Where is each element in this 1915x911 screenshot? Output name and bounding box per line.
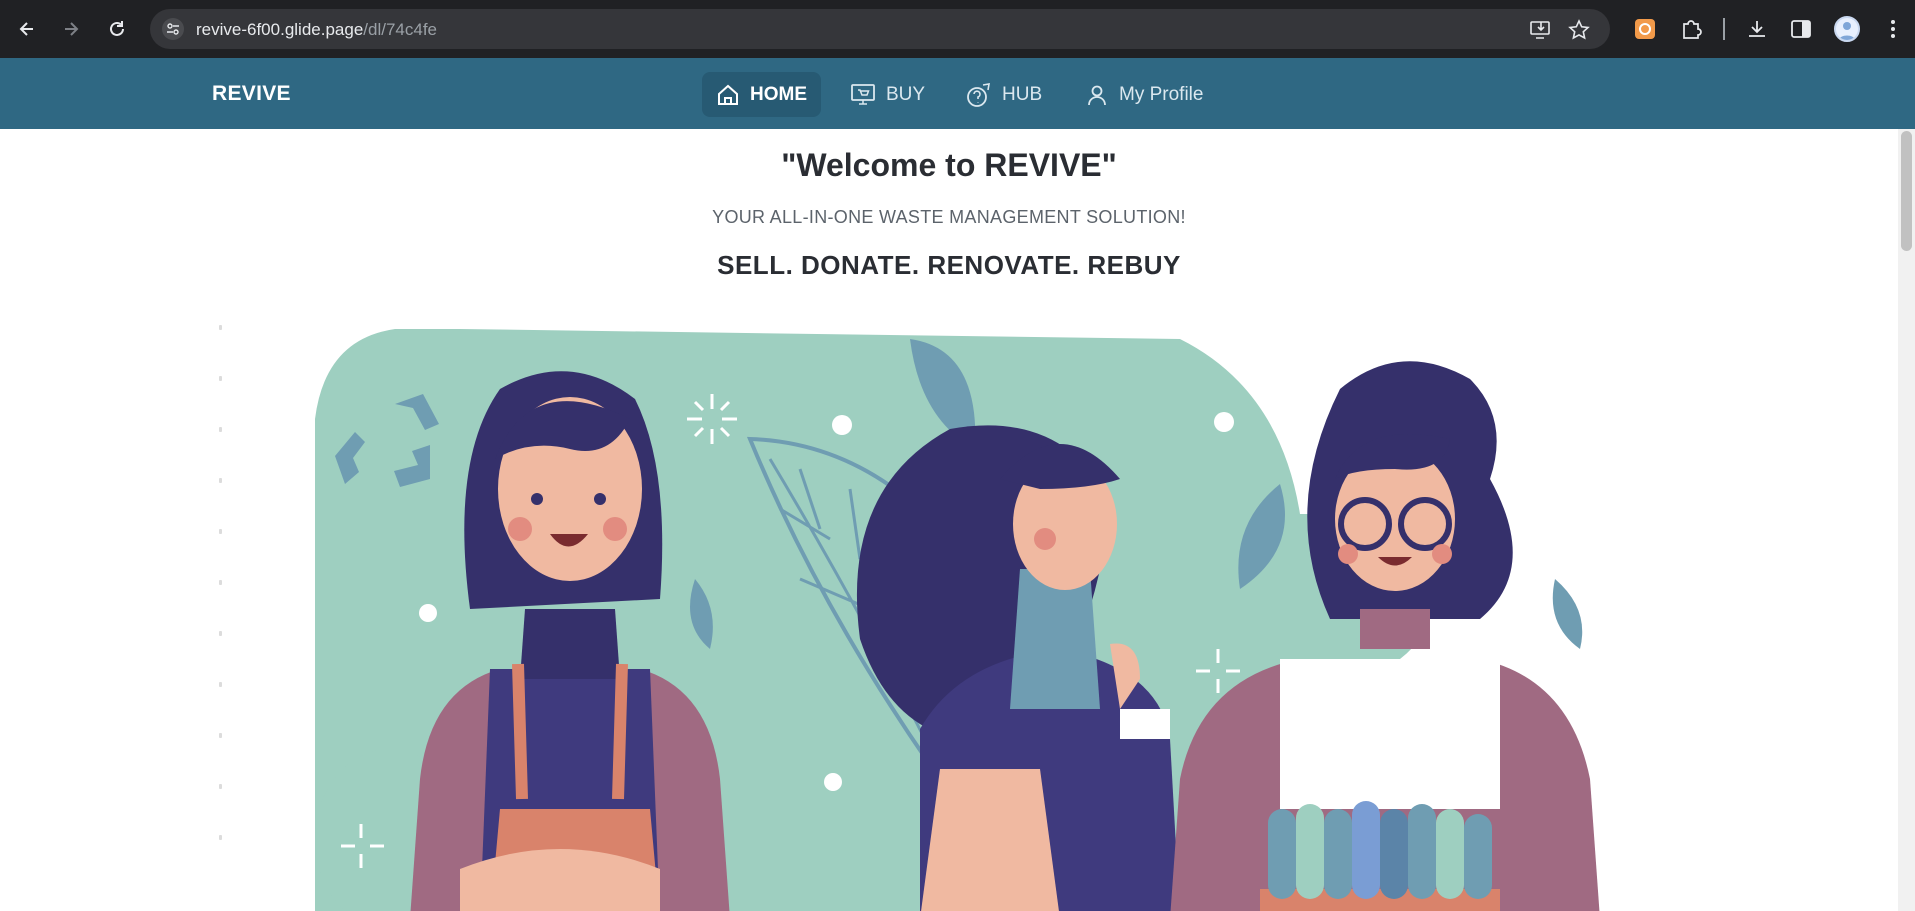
url-text: revive-6f00.glide.page/dl/74c4fe [196, 20, 437, 40]
back-icon[interactable] [12, 14, 42, 44]
scroll-thumb[interactable] [1901, 131, 1912, 251]
main-content: "Welcome to REVIVE" YOUR ALL-IN-ONE WAST… [0, 129, 1898, 911]
side-panel-icon[interactable] [1788, 16, 1814, 42]
app-header: REVIVE HOME BUY HUB My Profile [0, 58, 1915, 129]
welcome-title: "Welcome to REVIVE" [781, 147, 1117, 183]
install-app-icon[interactable] [1530, 19, 1552, 41]
site-settings-icon[interactable] [162, 18, 184, 40]
puzzle-extensions-icon[interactable] [1678, 16, 1704, 42]
more-menu-icon[interactable] [1880, 16, 1906, 42]
address-bar[interactable]: revive-6f00.glide.page/dl/74c4fe [150, 9, 1610, 49]
url-host: revive-6f00.glide.page [196, 20, 364, 39]
nav-my-profile[interactable]: My Profile [1071, 72, 1217, 117]
forward-icon[interactable] [56, 14, 86, 44]
decorative-dots [219, 325, 223, 885]
nav-hub[interactable]: HUB [952, 72, 1056, 117]
reload-icon[interactable] [102, 14, 132, 44]
profile-avatar[interactable] [1834, 16, 1860, 42]
download-icon[interactable] [1744, 16, 1770, 42]
bookmark-star-icon[interactable] [1568, 19, 1590, 41]
brand-logo[interactable]: REVIVE [212, 82, 291, 106]
nav-hub-label: HUB [1002, 83, 1043, 105]
extension-icon[interactable] [1632, 16, 1658, 42]
home-icon [718, 84, 738, 105]
toolbar-divider [1723, 18, 1725, 40]
browser-toolbar: revive-6f00.glide.page/dl/74c4fe [0, 0, 1915, 58]
page-scrollbar[interactable] [1898, 129, 1915, 911]
motto: SELL. DONATE. RENOVATE. REBUY [717, 250, 1181, 280]
tagline: YOUR ALL-IN-ONE WASTE MANAGEMENT SOLUTIO… [712, 207, 1186, 227]
user-icon [1088, 85, 1106, 105]
help-rocket-icon [967, 82, 990, 107]
nav-buy-label: BUY [886, 83, 926, 105]
nav-my-profile-label: My Profile [1119, 83, 1204, 105]
url-path: /dl/74c4fe [363, 20, 438, 39]
nav-buy[interactable]: BUY [836, 72, 939, 117]
nav-home[interactable]: HOME [702, 72, 821, 117]
nav-home-label: HOME [750, 83, 807, 105]
hero-illustration [315, 329, 1600, 911]
shop-monitor-icon [851, 83, 875, 105]
